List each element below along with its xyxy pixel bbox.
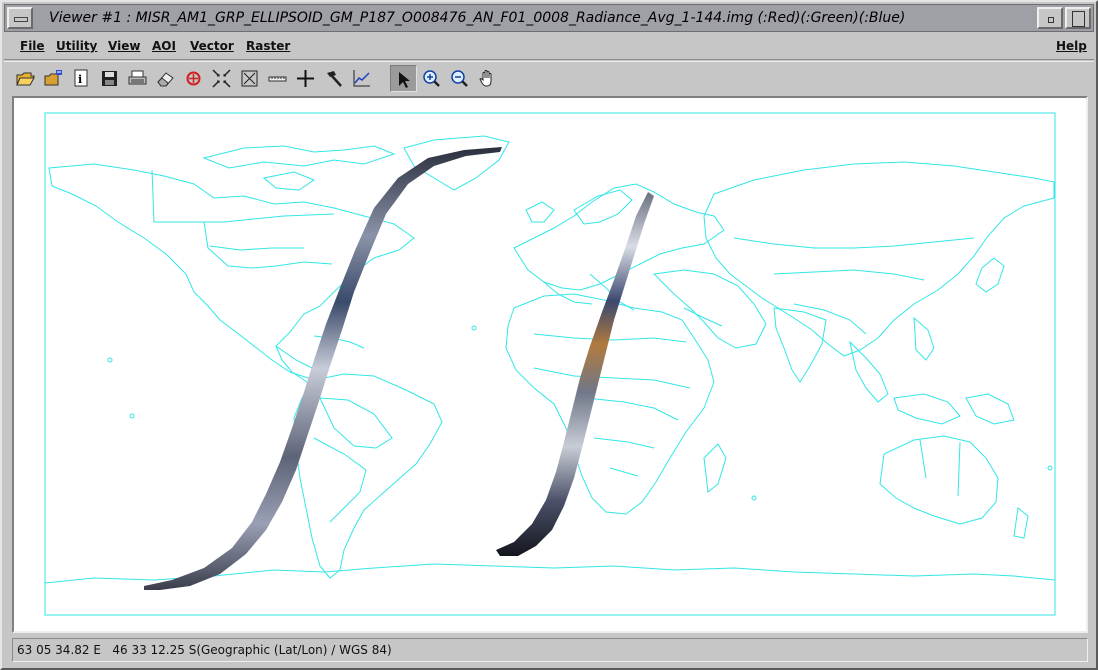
menu-vector[interactable]: Vector [190,39,234,53]
crosshair-icon[interactable] [292,65,319,92]
pan-hand-icon[interactable] [474,65,501,92]
print-icon[interactable] [124,65,151,92]
svg-text:i: i [78,73,82,86]
toolbar: i [4,61,1094,94]
minimize-button[interactable] [1037,7,1063,29]
window-title: Viewer #1 : MISR_AM1_GRP_ELLIPSOID_GM_P1… [49,10,906,26]
menu-raster[interactable]: Raster [246,39,290,53]
hammer-icon[interactable] [320,65,347,92]
zoom-to-fit-icon[interactable] [208,65,235,92]
profile-chart-icon[interactable] [348,65,375,92]
open-folder-icon[interactable] [12,65,39,92]
map-frame [44,112,1056,616]
select-pointer-icon[interactable] [390,65,417,92]
zoom-out-icon[interactable] [446,65,473,92]
map-viewport[interactable] [12,96,1088,633]
misr-swath-americas [144,147,502,590]
full-extent-icon[interactable] [236,65,263,92]
measure-ruler-icon[interactable] [264,65,291,92]
menu-utility[interactable]: Utility [56,39,97,53]
zoom-in-icon[interactable] [418,65,445,92]
clear-view-icon[interactable] [180,65,207,92]
open-layer-icon[interactable] [40,65,67,92]
menu-file[interactable]: File [20,39,45,53]
menu-help[interactable]: Help [1056,39,1087,53]
status-bar: 63 05 34.82 E 46 33 12.25 S(Geographic (… [12,638,1088,662]
window-menu-button[interactable] [7,7,33,29]
menu-bar: File Utility View AOI Vector Raster Help [4,33,1094,60]
menu-aoi[interactable]: AOI [152,39,176,53]
world-map [44,112,1056,616]
title-bar[interactable]: Viewer #1 : MISR_AM1_GRP_ELLIPSOID_GM_P1… [4,4,1094,32]
info-icon[interactable]: i [68,65,95,92]
maximize-button[interactable] [1065,7,1091,29]
viewer-window: Viewer #1 : MISR_AM1_GRP_ELLIPSOID_GM_P1… [0,0,1098,670]
menu-view[interactable]: View [108,39,140,53]
save-icon[interactable] [96,65,123,92]
cursor-coordinates: 63 05 34.82 E 46 33 12.25 S(Geographic (… [17,643,392,657]
eraser-icon[interactable] [152,65,179,92]
